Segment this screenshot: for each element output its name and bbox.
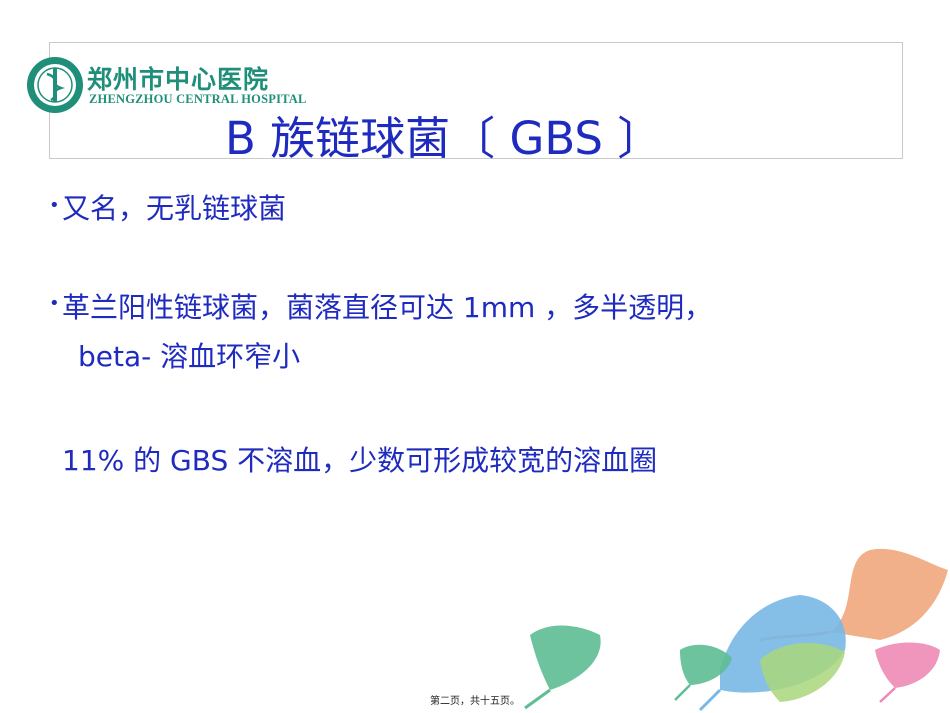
bullet-beta-hemolysis: beta- 溶血环窄小 xyxy=(78,340,301,373)
bullet-dot: • xyxy=(49,195,60,216)
page-number-label: 第二页，共十五页。 xyxy=(430,696,520,707)
slide-title: B 族链球菌〔 GBS 〕 xyxy=(225,112,663,165)
bullet-gram-positive: 革兰阳性链球菌，菌落直径可达 1mm ，多半透明， xyxy=(62,291,713,324)
ginkgo-leaves-decoration xyxy=(524,548,948,712)
bullet-dot: • xyxy=(49,293,60,314)
logo-text-chinese: 郑州市中心医院 xyxy=(87,65,270,94)
bullet-alias: 又名，无乳链球菌 xyxy=(62,192,287,225)
logo-text-english: ZHENGZHOU CENTRAL HOSPITAL xyxy=(89,92,307,106)
bullet-non-hemolytic: 11% 的 GBS 不溶血，少数可形成较宽的溶血圈 xyxy=(62,444,658,477)
